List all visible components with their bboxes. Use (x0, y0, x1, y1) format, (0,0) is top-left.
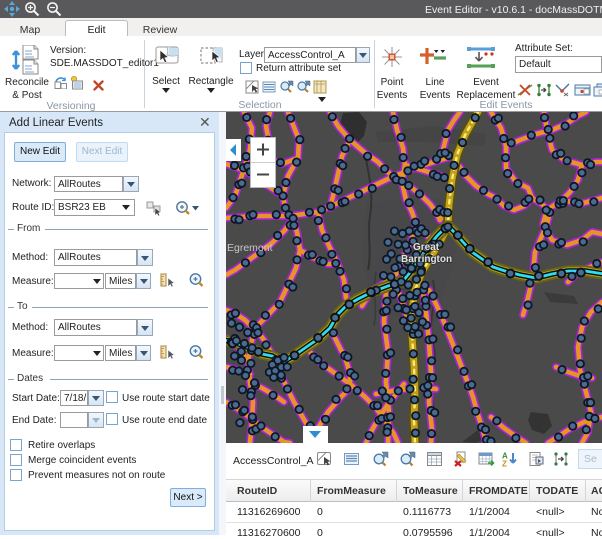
svg-text:Great: Great (413, 242, 440, 253)
svg-text:Z: Z (502, 460, 507, 468)
svg-text:Egremont: Egremont (227, 242, 273, 254)
svg-text:Barrington: Barrington (401, 254, 452, 265)
